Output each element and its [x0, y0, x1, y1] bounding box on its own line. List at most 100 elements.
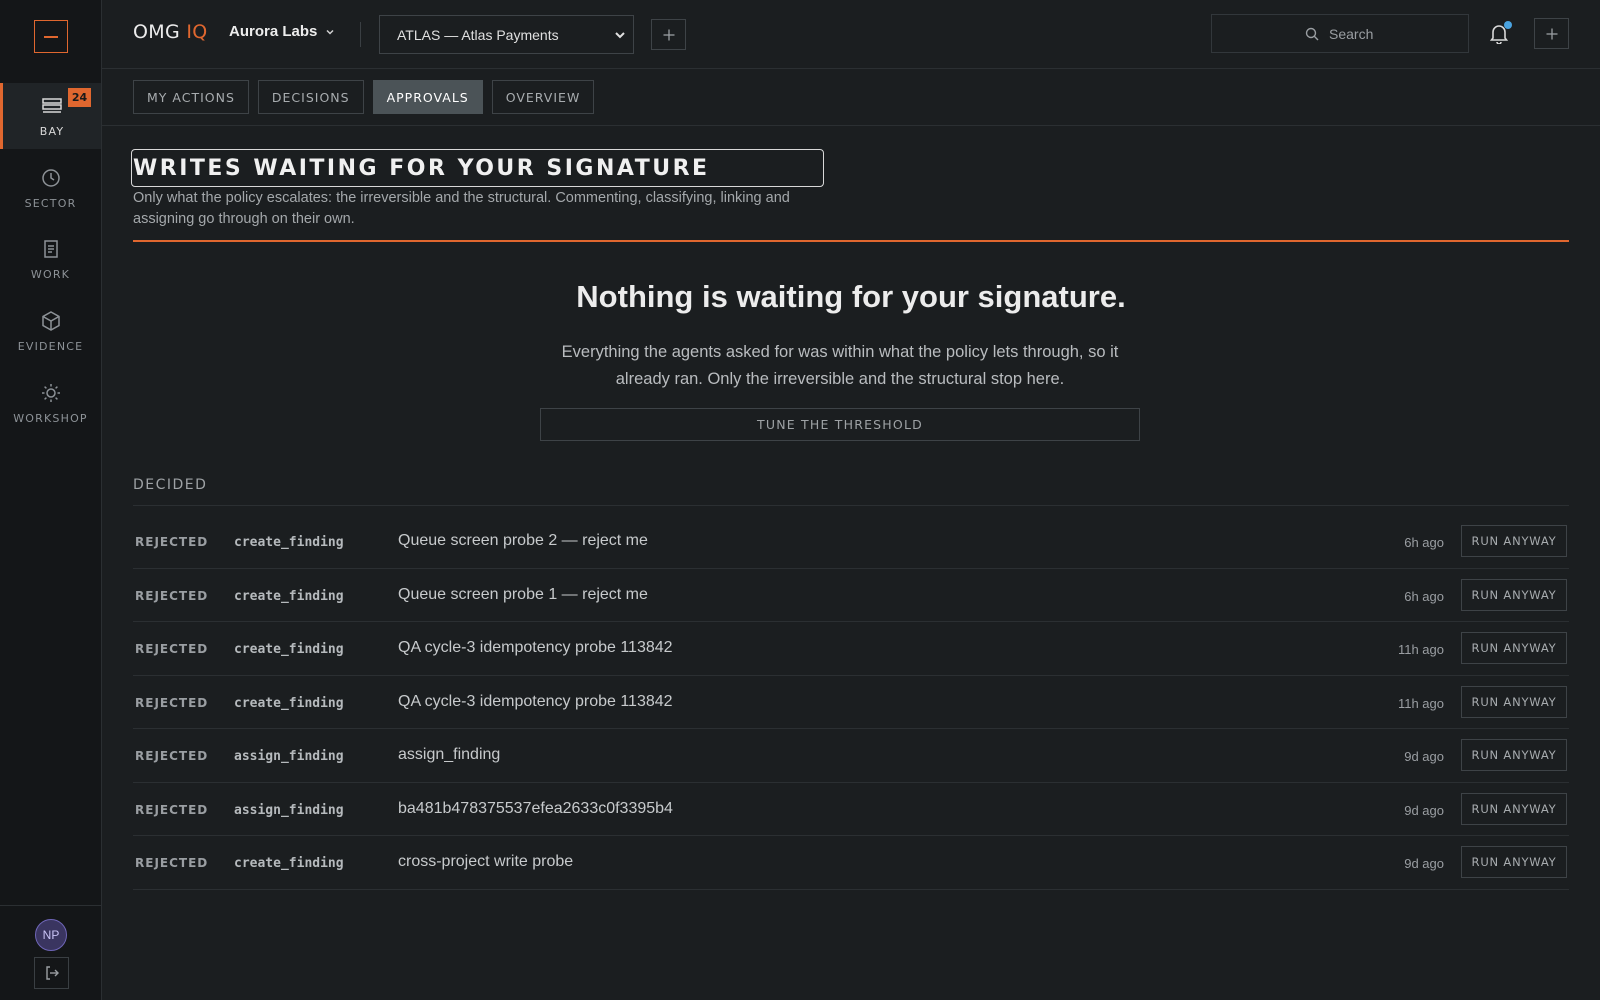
status-label: REJECTED [135, 802, 209, 817]
notifications-button[interactable] [1489, 21, 1512, 49]
divider [360, 22, 361, 47]
logo-text: OMG [133, 21, 180, 43]
count-badge: 24 [68, 88, 91, 107]
tool-name: create_finding [234, 535, 344, 550]
run-anyway-button[interactable]: RUN ANYWAY [1461, 525, 1567, 557]
list-item: REJECTED create_finding QA cycle-3 idemp… [133, 676, 1569, 729]
item-title: Queue screen probe 2 — reject me [398, 532, 648, 549]
clock-icon [41, 168, 60, 187]
chevron-down-icon [326, 29, 334, 35]
project-select[interactable]: ATLAS — Atlas Payments [379, 15, 634, 54]
sidebar-item-sector[interactable]: SECTOR [0, 155, 101, 221]
logout-icon [45, 966, 59, 980]
divider [102, 125, 1600, 126]
status-label: REJECTED [135, 642, 209, 656]
timestamp: 11h ago [1397, 642, 1444, 657]
tool-name: create_finding [234, 642, 344, 657]
timestamp: 11h ago [1397, 695, 1444, 711]
tool-name: create_finding [234, 695, 344, 711]
status-label: REJECTED [135, 856, 209, 870]
sidebar-item-label: BAY [39, 124, 65, 138]
list-item: REJECTED create_finding QA cycle-3 idemp… [133, 622, 1569, 676]
timestamp: 6h ago [1404, 535, 1444, 550]
sidebar: BAY 24 SECTOR WORK EVIDENCE WORKSHOP NP [0, 0, 102, 1000]
timestamp: 6h ago [1404, 588, 1444, 604]
sidebar-item-workshop[interactable]: WORKSHOP [0, 370, 101, 436]
timestamp: 9d ago [1404, 802, 1444, 818]
item-title: cross-project write probe [398, 853, 574, 870]
run-anyway-button[interactable]: RUN ANYWAY [1461, 632, 1567, 664]
tune-threshold-button[interactable]: TUNE THE THRESHOLD [540, 408, 1140, 441]
item-title: assign_finding [398, 746, 501, 763]
item-title: ba481b478375537efea2633c0f3395b4 [398, 799, 673, 817]
tool-name: assign_finding [234, 749, 344, 764]
org-switcher[interactable]: Aurora Labs [229, 23, 335, 40]
divider [133, 505, 1569, 506]
sidebar-item-work[interactable]: WORK [0, 226, 101, 292]
search-input[interactable]: Search [1211, 14, 1469, 53]
run-anyway-button[interactable]: RUN ANYWAY [1461, 578, 1567, 611]
collapse-menu-button[interactable] [34, 20, 68, 53]
avatar[interactable]: NP [35, 919, 67, 951]
add-project-button[interactable] [651, 19, 686, 50]
search-icon [1305, 27, 1319, 41]
list-item: REJECTED create_finding Queue screen pro… [133, 569, 1569, 622]
run-anyway-button[interactable]: RUN ANYWAY [1461, 739, 1567, 771]
tab-approvals[interactable]: APPROVALS [372, 80, 483, 114]
inbox-icon [42, 97, 62, 113]
logo-accent: IQ [186, 21, 208, 43]
project-select-value: ATLAS — Atlas Payments [397, 26, 559, 43]
timestamp: 9d ago [1404, 749, 1444, 764]
chevron-down-icon [615, 32, 625, 39]
notification-dot [1504, 21, 1512, 29]
tab-my-actions[interactable]: MY ACTIONS [133, 80, 249, 114]
document-icon [43, 239, 58, 258]
tool-name: create_finding [234, 856, 344, 871]
sidebar-item-evidence[interactable]: EVIDENCE [0, 298, 101, 364]
section-heading: DECIDED [133, 477, 208, 493]
sidebar-footer: NP [0, 905, 101, 1000]
accent-divider [133, 240, 1569, 242]
sidebar-item-label: WORK [30, 267, 71, 281]
create-button[interactable] [1534, 18, 1569, 49]
empty-state-body: Everything the agents asked for was with… [561, 343, 1119, 388]
plus-icon [1546, 28, 1557, 39]
item-title: Queue screen probe 1 — reject me [398, 585, 648, 603]
sidebar-item-label: EVIDENCE [17, 339, 84, 353]
timestamp: 9d ago [1404, 856, 1444, 871]
tab-decisions[interactable]: DECISIONS [257, 80, 364, 114]
status-label: REJECTED [135, 749, 209, 763]
sun-icon [41, 383, 60, 402]
list-item: REJECTED assign_finding ba481b478375537e… [133, 783, 1569, 836]
run-anyway-button[interactable]: RUN ANYWAY [1461, 846, 1567, 878]
item-title: QA cycle-3 idempotency probe 113842 [398, 692, 673, 710]
status-label: REJECTED [135, 535, 209, 549]
top-bar: OMG IQ Aurora Labs ATLAS — Atlas Payment… [102, 0, 1600, 69]
decided-list: REJECTED create_finding Queue screen pro… [133, 515, 1569, 890]
list-item: REJECTED assign_finding assign_finding 9… [133, 729, 1569, 783]
tab-overview[interactable]: OVERVIEW [491, 80, 595, 114]
sidebar-item-label: SECTOR [24, 196, 77, 210]
tool-name: create_finding [234, 588, 344, 604]
list-item: REJECTED create_finding Queue screen pro… [133, 515, 1569, 569]
sidebar-item-label: WORKSHOP [13, 411, 88, 425]
cube-icon [41, 310, 60, 331]
status-label: REJECTED [135, 588, 209, 603]
item-title: QA cycle-3 idempotency probe 113842 [398, 639, 673, 656]
page-subtitle: Only what the policy escalates: the irre… [133, 190, 790, 227]
search-placeholder: Search [1329, 25, 1374, 42]
empty-state-title: Nothing is waiting for your signature. [576, 279, 1126, 314]
app-logo[interactable]: OMG IQ [133, 21, 208, 43]
tab-bar: MY ACTIONS DECISIONS APPROVALS OVERVIEW [133, 80, 595, 114]
org-name: Aurora Labs [229, 23, 318, 40]
status-label: REJECTED [135, 695, 209, 710]
run-anyway-button[interactable]: RUN ANYWAY [1461, 685, 1567, 718]
list-item: REJECTED create_finding cross-project wr… [133, 836, 1569, 890]
page-title: WRITES WAITING FOR YOUR SIGNATURE [131, 149, 824, 187]
run-anyway-button[interactable]: RUN ANYWAY [1461, 792, 1567, 825]
tool-name: assign_finding [234, 802, 344, 818]
sidebar-item-bay[interactable]: BAY 24 [0, 83, 101, 149]
logout-button[interactable] [34, 957, 69, 989]
plus-icon [663, 29, 674, 40]
minus-icon [44, 35, 58, 38]
